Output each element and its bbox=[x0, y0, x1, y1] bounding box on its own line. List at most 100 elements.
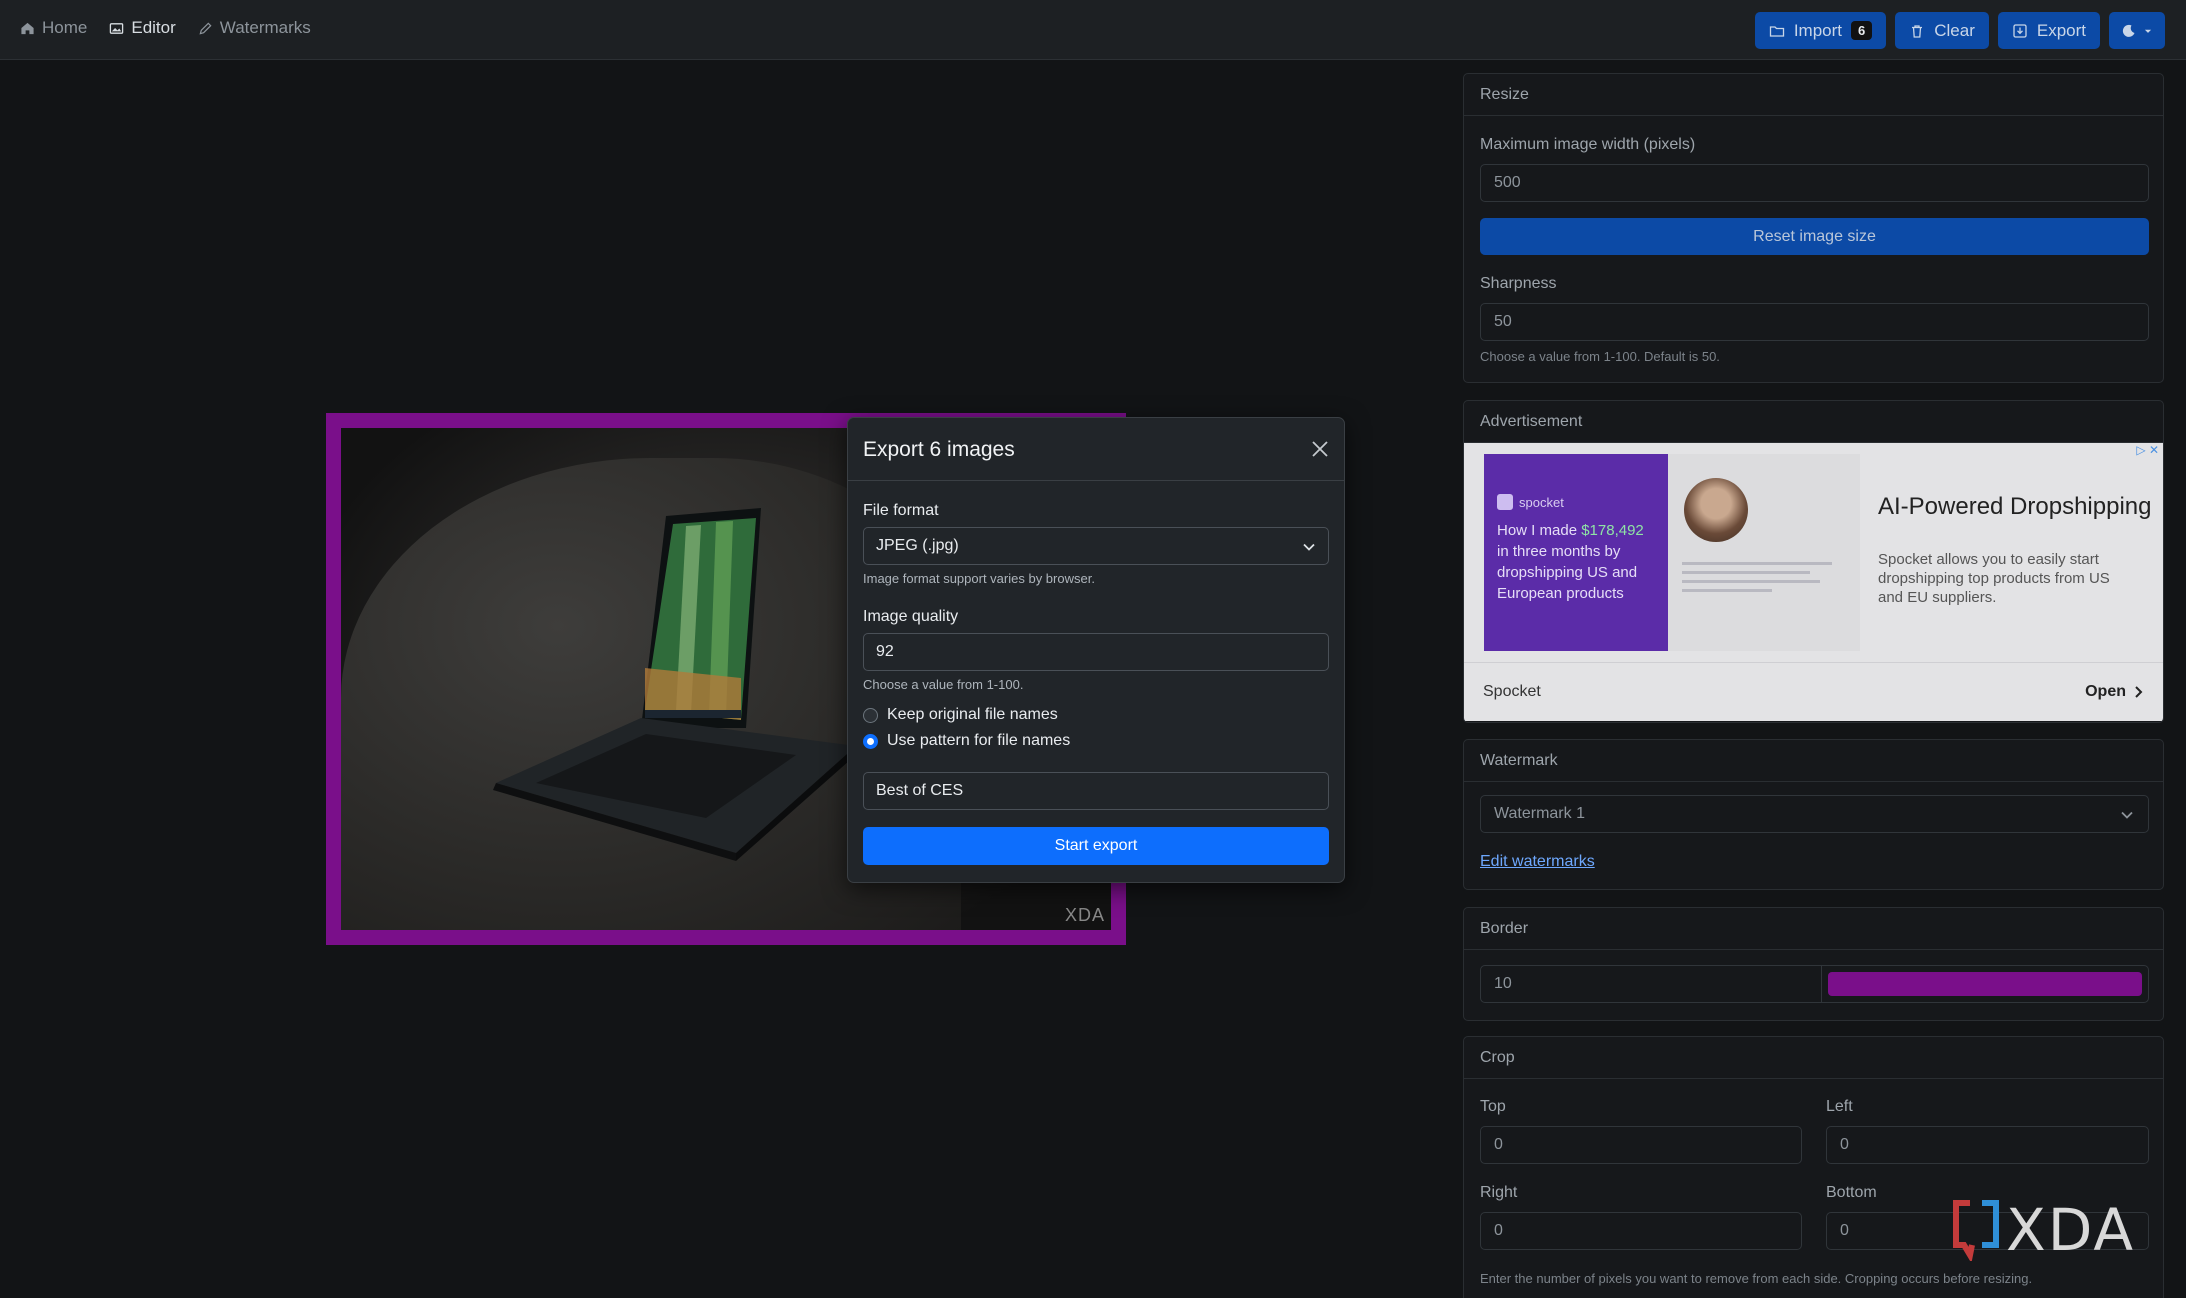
border-card: Border 10 bbox=[1463, 907, 2164, 1021]
clear-button[interactable]: Clear bbox=[1895, 12, 1989, 49]
ad-description: Spocket allows you to easily start drops… bbox=[1878, 551, 2110, 606]
xda-wordmark: XDA bbox=[2006, 1196, 2136, 1264]
crop-right-label: Right bbox=[1480, 1184, 1518, 1201]
pencil-icon bbox=[199, 21, 212, 35]
crop-top-value: 0 bbox=[1494, 1136, 1503, 1153]
crop-left-input[interactable]: 0 bbox=[1826, 1126, 2149, 1164]
ad-quote: How I made $178,492 in three months by d… bbox=[1497, 520, 1655, 604]
ad-content[interactable]: ▷ ✕ spocket How I made $178,492 in three… bbox=[1464, 443, 2163, 721]
radio-keep-names-label: Keep original file names bbox=[887, 706, 1058, 723]
advertisement-title: Advertisement bbox=[1464, 401, 2163, 443]
watermark-select[interactable]: Watermark 1 bbox=[1480, 795, 2149, 833]
caret-down-icon bbox=[2144, 29, 2152, 33]
crop-help: Enter the number of pixels you want to r… bbox=[1480, 1271, 2033, 1286]
top-navbar: Home Editor Watermarks Import 6 Clear Ex… bbox=[0, 0, 2186, 60]
crop-right-value: 0 bbox=[1494, 1222, 1503, 1239]
crop-right-input[interactable]: 0 bbox=[1480, 1212, 1802, 1250]
crop-card-title: Crop bbox=[1464, 1037, 2163, 1079]
ad-open-label: Open bbox=[2085, 683, 2126, 700]
file-format-select[interactable]: JPEG (.jpg) bbox=[863, 527, 1329, 565]
ad-text-lines bbox=[1682, 562, 1832, 598]
watermark-card-title: Watermark bbox=[1464, 740, 2163, 782]
folder-icon bbox=[1769, 25, 1784, 37]
nav-editor[interactable]: Editor bbox=[109, 18, 176, 38]
sharpness-help: Choose a value from 1-100. Default is 50… bbox=[1480, 349, 1720, 364]
watermark-card: Watermark Watermark 1 Edit watermarks bbox=[1463, 739, 2164, 890]
filename-pattern-input[interactable]: Best of CES bbox=[863, 772, 1329, 810]
nav-watermarks[interactable]: Watermarks bbox=[198, 18, 311, 38]
export-button[interactable]: Export bbox=[1997, 12, 2100, 49]
image-icon bbox=[110, 22, 124, 34]
crop-top-input[interactable]: 0 bbox=[1480, 1126, 1802, 1164]
trash-icon bbox=[1912, 24, 1923, 38]
xda-logo-icon bbox=[1953, 1200, 1999, 1261]
radio-pattern-names-control[interactable] bbox=[863, 733, 878, 749]
chevron-right-icon bbox=[2135, 686, 2143, 698]
nav-home[interactable]: Home bbox=[20, 18, 87, 38]
radio-pattern-names[interactable]: Use pattern for file names bbox=[863, 732, 1070, 750]
nav-watermarks-label: Watermarks bbox=[219, 18, 311, 37]
crop-top-label: Top bbox=[1480, 1098, 1506, 1115]
ad-brand-text: spocket bbox=[1519, 494, 1564, 510]
modal-header: Export 6 images bbox=[848, 418, 1344, 481]
max-width-value: 500 bbox=[1494, 174, 1521, 191]
radio-pattern-names-label: Use pattern for file names bbox=[887, 732, 1071, 749]
reset-image-size-button[interactable]: Reset image size bbox=[1480, 218, 2149, 255]
ad-open-button[interactable]: Open bbox=[2085, 683, 2144, 701]
max-width-label: Maximum image width (pixels) bbox=[1480, 136, 1696, 153]
resize-card: Resize Maximum image width (pixels) 500 … bbox=[1463, 73, 2164, 383]
ad-quote-post: in three months by dropshipping US and E… bbox=[1497, 543, 1638, 602]
image-quality-value: 92 bbox=[876, 643, 894, 660]
chevron-down-icon bbox=[1303, 543, 1315, 551]
radio-keep-names-control[interactable] bbox=[863, 707, 878, 723]
ad-banner-testimonial bbox=[1668, 454, 1860, 651]
sharpness-label: Sharpness bbox=[1480, 275, 1557, 292]
ad-portrait bbox=[1684, 478, 1748, 542]
border-color-swatch bbox=[1828, 972, 2142, 996]
import-label: Import bbox=[1793, 20, 1842, 40]
border-color-picker[interactable] bbox=[1822, 965, 2149, 1003]
house-icon bbox=[21, 22, 34, 34]
download-icon bbox=[2013, 23, 2027, 38]
border-width-value: 10 bbox=[1494, 975, 1512, 992]
watermark-select-value: Watermark 1 bbox=[1494, 805, 1585, 822]
crop-bottom-label: Bottom bbox=[1826, 1184, 1877, 1201]
image-quality-label: Image quality bbox=[863, 608, 959, 625]
nav-editor-label: Editor bbox=[131, 18, 176, 37]
nav-links: Home Editor Watermarks bbox=[20, 18, 311, 38]
file-format-help: Image format support varies by browser. bbox=[863, 571, 1095, 586]
ad-sponsor: Spocket bbox=[1483, 683, 1541, 700]
ad-quote-amount: $178,492 bbox=[1581, 522, 1644, 539]
image-quality-input[interactable]: 92 bbox=[863, 633, 1329, 671]
crop-left-label: Left bbox=[1826, 1098, 1853, 1115]
file-format-label: File format bbox=[863, 502, 939, 519]
border-card-title: Border bbox=[1464, 908, 2163, 950]
close-icon[interactable] bbox=[1310, 439, 1330, 459]
chevron-down-icon bbox=[2121, 811, 2133, 819]
export-label: Export bbox=[2036, 20, 2086, 40]
clear-label: Clear bbox=[1934, 20, 1975, 40]
edit-watermarks-link[interactable]: Edit watermarks bbox=[1480, 853, 1595, 871]
adchoices-icon[interactable]: ▷ ✕ bbox=[2136, 443, 2159, 457]
preview-watermark: XDA bbox=[1064, 905, 1105, 925]
ad-banner-purple: spocket How I made $178,492 in three mon… bbox=[1484, 454, 1668, 651]
border-width-input[interactable]: 10 bbox=[1480, 965, 1822, 1003]
nav-actions: Import 6 Clear Export bbox=[1754, 12, 2165, 49]
ad-banner-image[interactable]: spocket How I made $178,492 in three mon… bbox=[1484, 454, 1860, 651]
ad-headline[interactable]: AI-Powered Dropshipping bbox=[1878, 493, 2151, 521]
image-quality-help: Choose a value from 1-100. bbox=[863, 677, 1024, 692]
file-format-value: JPEG (.jpg) bbox=[876, 537, 959, 554]
moon-icon bbox=[2122, 24, 2135, 37]
advertisement-card: Advertisement ▷ ✕ spocket How I made $17… bbox=[1463, 400, 2164, 723]
import-count-badge: 6 bbox=[1851, 21, 1873, 40]
sharpness-input[interactable]: 50 bbox=[1480, 303, 2149, 341]
xda-watermark: XDA bbox=[1950, 1196, 2135, 1264]
ad-brand: spocket bbox=[1497, 494, 1655, 510]
import-button[interactable]: Import 6 bbox=[1754, 12, 1887, 49]
ad-divider bbox=[1464, 662, 2163, 663]
crop-bottom-value: 0 bbox=[1840, 1222, 1849, 1239]
radio-keep-names[interactable]: Keep original file names bbox=[863, 706, 1058, 724]
start-export-button[interactable]: Start export bbox=[863, 827, 1329, 865]
max-width-input[interactable]: 500 bbox=[1480, 164, 2149, 202]
theme-toggle-button[interactable] bbox=[2109, 12, 2165, 49]
